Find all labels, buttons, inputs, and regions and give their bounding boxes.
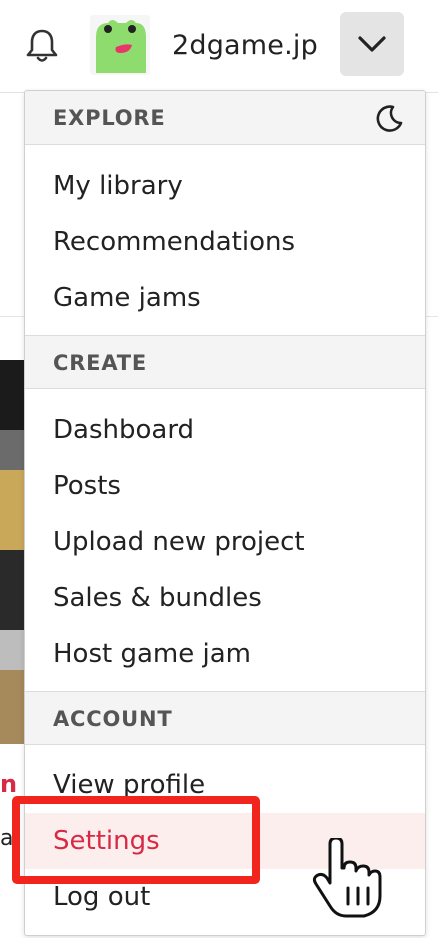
menu-item-dashboard[interactable]: Dashboard bbox=[25, 402, 425, 458]
section-title: ACCOUNT bbox=[53, 707, 173, 731]
section-title: CREATE bbox=[53, 351, 148, 375]
game-thumbnails-strip[interactable] bbox=[0, 360, 24, 744]
settings-highlight-annotation bbox=[12, 796, 260, 884]
menu-item-recommendations[interactable]: Recommendations bbox=[25, 214, 425, 270]
section-title: EXPLORE bbox=[53, 106, 166, 130]
menu-item-upload-new-project[interactable]: Upload new project bbox=[25, 514, 425, 570]
moon-icon[interactable] bbox=[373, 103, 405, 139]
section-account: ACCOUNT bbox=[25, 691, 425, 745]
bell-icon[interactable] bbox=[22, 26, 62, 66]
menu-item-host-game-jam[interactable]: Host game jam bbox=[25, 626, 425, 682]
background-game-title: n bbox=[0, 770, 18, 798]
hand-pointer-cursor-icon bbox=[312, 836, 382, 922]
top-header: 2dgame.jp bbox=[0, 0, 438, 93]
section-create: CREATE bbox=[25, 335, 425, 389]
username[interactable]: 2dgame.jp bbox=[172, 26, 318, 66]
avatar[interactable] bbox=[90, 15, 150, 75]
chevron-down-icon bbox=[358, 36, 386, 52]
section-explore: EXPLORE bbox=[25, 91, 425, 145]
menu-item-sales-bundles[interactable]: Sales & bundles bbox=[25, 570, 425, 626]
menu-item-posts[interactable]: Posts bbox=[25, 458, 425, 514]
menu-item-game-jams[interactable]: Game jams bbox=[25, 270, 425, 326]
menu-item-my-library[interactable]: My library bbox=[25, 158, 425, 214]
account-menu-toggle[interactable] bbox=[340, 12, 404, 76]
